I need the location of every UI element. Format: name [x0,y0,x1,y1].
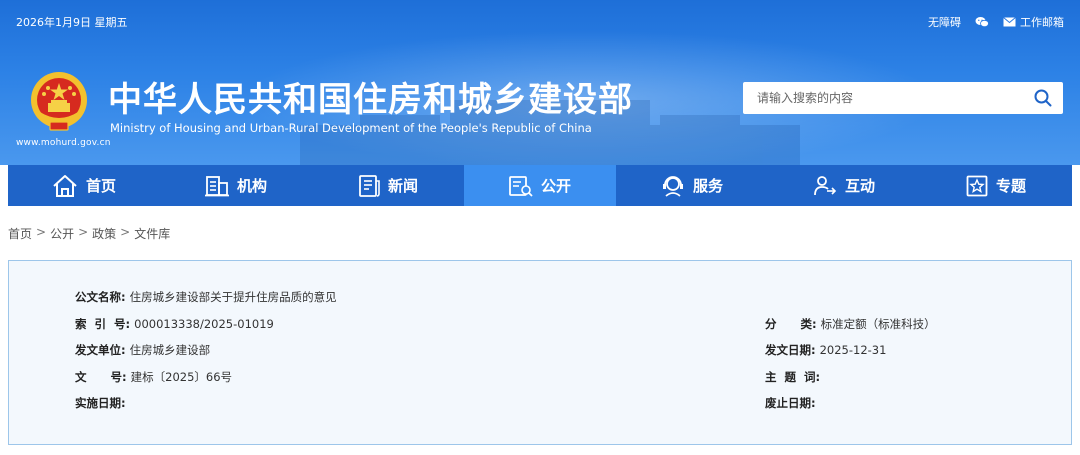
doc-number-row: 文 号: 建标〔2025〕66号 [75,369,232,385]
doc-index-row: 索 引 号: 000013338/2025-01019 [75,316,274,332]
national-emblem-icon[interactable] [28,70,90,134]
doc-issue-date-value: 2025-12-31 [819,343,887,357]
doc-index-value: 000013338/2025-01019 [134,317,274,331]
nav-item-interaction[interactable]: 互动 [768,165,920,206]
open-icon [509,175,533,197]
mail-icon [1003,17,1016,27]
doc-number-label: 文 号: [75,370,127,384]
doc-repeal-label: 废止日期: [765,396,816,410]
nav-item-news[interactable]: 新闻 [312,165,464,206]
interact-icon [814,175,837,195]
nav-label: 新闻 [387,177,418,195]
site-url[interactable]: www.mohurd.gov.cn [16,138,111,148]
doc-issue-date-label: 发文日期: [765,343,816,357]
doc-category-label: 分 类: [765,317,817,331]
work-email-link[interactable]: 工作邮箱 [1003,14,1064,30]
current-date: 2026年1月9日 星期五 [16,16,128,29]
doc-category-row: 分 类: 标准定额（标准科技） [765,316,936,332]
doc-name-row: 公文名称: 住房城乡建设部关于提升住房品质的意见 [75,289,337,305]
doc-issuer-row: 发文单位: 住房城乡建设部 [75,342,210,358]
doc-subject-row: 主 题 词: [765,369,824,385]
ministry-title-cn[interactable]: 中华人民共和国住房和城乡建设部 [108,72,633,121]
breadcrumb-separator: > [120,225,131,239]
breadcrumb-separator: > [36,225,47,239]
doc-issue-date-row: 发文日期: 2025-12-31 [765,342,886,358]
ministry-title-en: Ministry of Housing and Urban-Rural Deve… [110,121,592,135]
doc-index-label: 索 引 号: [75,317,131,331]
doc-issuer-label: 发文单位: [75,343,126,357]
breadcrumb-open[interactable]: 公开 [50,225,74,242]
breadcrumb-home[interactable]: 首页 [8,225,32,242]
work-email-label: 工作邮箱 [1020,16,1064,29]
building-icon [204,175,229,196]
doc-repeal-row: 废止日期: [765,395,820,411]
doc-effective-row: 实施日期: [75,395,130,411]
nav-label: 首页 [85,177,116,195]
nav-item-services[interactable]: 服务 [616,165,768,206]
breadcrumb-policy[interactable]: 政策 [92,225,116,242]
breadcrumb-library[interactable]: 文件库 [134,225,170,242]
search-icon [1034,89,1052,107]
accessibility-link[interactable]: 无障碍 [928,14,961,30]
nav-label: 服务 [692,177,723,195]
nav-label: 机构 [236,177,267,195]
nav-item-institutions[interactable]: 机构 [160,165,312,206]
doc-number-value: 建标〔2025〕66号 [130,370,233,384]
document-info-panel: 公文名称: 住房城乡建设部关于提升住房品质的意见 索 引 号: 000013338/… [8,260,1072,445]
nav-item-topics[interactable]: 专题 [920,165,1072,206]
service-icon [662,175,683,197]
nav-label: 专题 [995,177,1026,195]
doc-name-value: 住房城乡建设部关于提升住房品质的意见 [129,290,337,304]
doc-effective-label: 实施日期: [75,396,126,410]
nav-label: 互动 [844,177,875,195]
nav-item-open[interactable]: 公开 [464,165,616,206]
home-icon [53,174,77,197]
breadcrumb-separator: > [78,225,89,239]
topic-icon [966,175,988,196]
site-header: 2026年1月9日 星期五 无障碍 工作邮箱 www.mohurd.gov.cn… [0,0,1080,165]
nav-item-home[interactable]: 首页 [8,165,160,206]
doc-subject-label: 主 题 词: [765,370,821,384]
doc-issuer-value: 住房城乡建设部 [129,343,211,357]
main-nav: 首页 机构 新闻 公开 服务 互动 专题 [8,165,1072,206]
wechat-icon[interactable] [975,16,989,28]
doc-category-value: 标准定额（标准科技） [820,317,936,331]
top-links: 无障碍 工作邮箱 [928,14,1064,30]
breadcrumb: 首页 > 公开 > 政策 > 文件库 [8,225,170,242]
search-box [743,82,1063,114]
news-icon [359,174,380,197]
search-input[interactable] [743,82,1023,114]
doc-name-label: 公文名称: [75,290,126,304]
nav-label: 公开 [540,177,571,195]
search-button[interactable] [1023,82,1063,114]
